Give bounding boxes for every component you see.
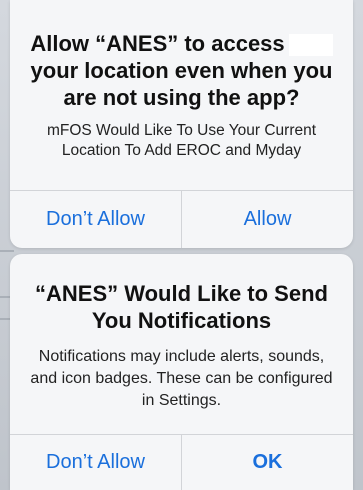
alert-body: Allow “ANES” to access your location eve… [10, 0, 353, 190]
location-permission-alert: Allow “ANES” to access your location eve… [10, 0, 353, 248]
alert-title-line1: Allow “ANES” to access [30, 31, 285, 56]
dont-allow-button[interactable]: Don’t Allow [10, 191, 181, 248]
alert-title: Allow “ANES” to access your location eve… [24, 30, 339, 111]
dont-allow-button[interactable]: Don’t Allow [10, 435, 181, 490]
ok-button[interactable]: OK [181, 435, 353, 490]
background-divider [0, 250, 14, 252]
alert-actions: Don’t Allow Allow [10, 190, 353, 248]
alert-title-line2: your location even when you are not usin… [30, 58, 333, 110]
alert-title: “ANES” Would Like to Send You Notificati… [35, 281, 328, 333]
alert-message: Notifications may include alerts, sounds… [30, 348, 333, 409]
notification-permission-alert: “ANES” Would Like to Send You Notificati… [10, 254, 353, 490]
redacted-patch [288, 34, 333, 57]
allow-button[interactable]: Allow [181, 191, 353, 248]
alert-body: “ANES” Would Like to Send You Notificati… [10, 254, 353, 434]
alert-actions: Don’t Allow OK [10, 434, 353, 490]
alert-message: mFOS Would Like To Use Your Current Loca… [46, 122, 317, 159]
